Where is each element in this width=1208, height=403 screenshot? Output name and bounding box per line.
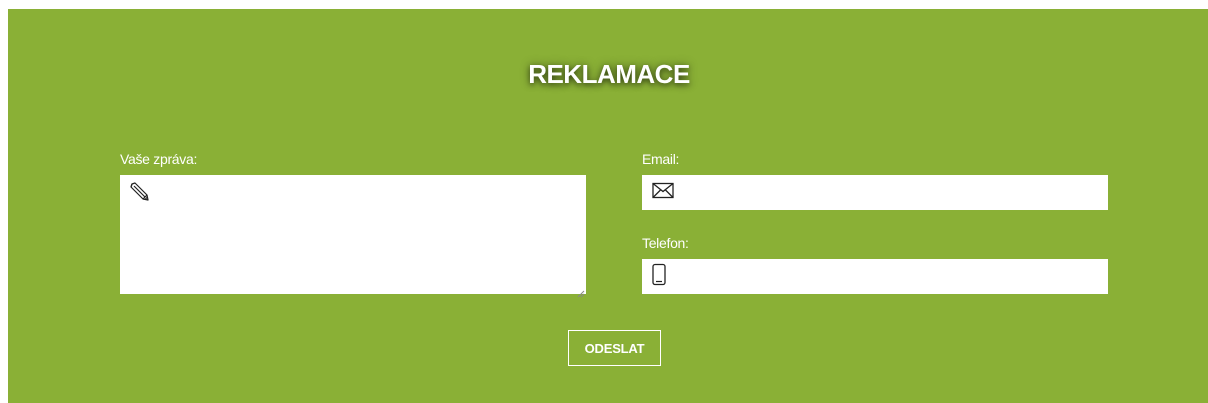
complaint-form-panel: REKLAMACE Vaše zpráva: Email: Telefon: O… [8,9,1208,403]
pencil-icon [128,181,150,208]
smartphone-icon [652,263,666,290]
submit-button[interactable]: ODESLAT [568,330,661,366]
email-field[interactable] [642,175,1108,210]
phone-field[interactable] [642,259,1108,294]
message-textarea[interactable] [120,175,586,298]
email-label: Email: [642,151,680,167]
form-title: REKLAMACE [528,59,690,89]
phone-label: Telefon: [642,235,689,251]
envelope-icon [652,182,674,203]
resize-handle[interactable] [577,285,585,298]
message-label: Vaše zpráva: [120,151,198,167]
